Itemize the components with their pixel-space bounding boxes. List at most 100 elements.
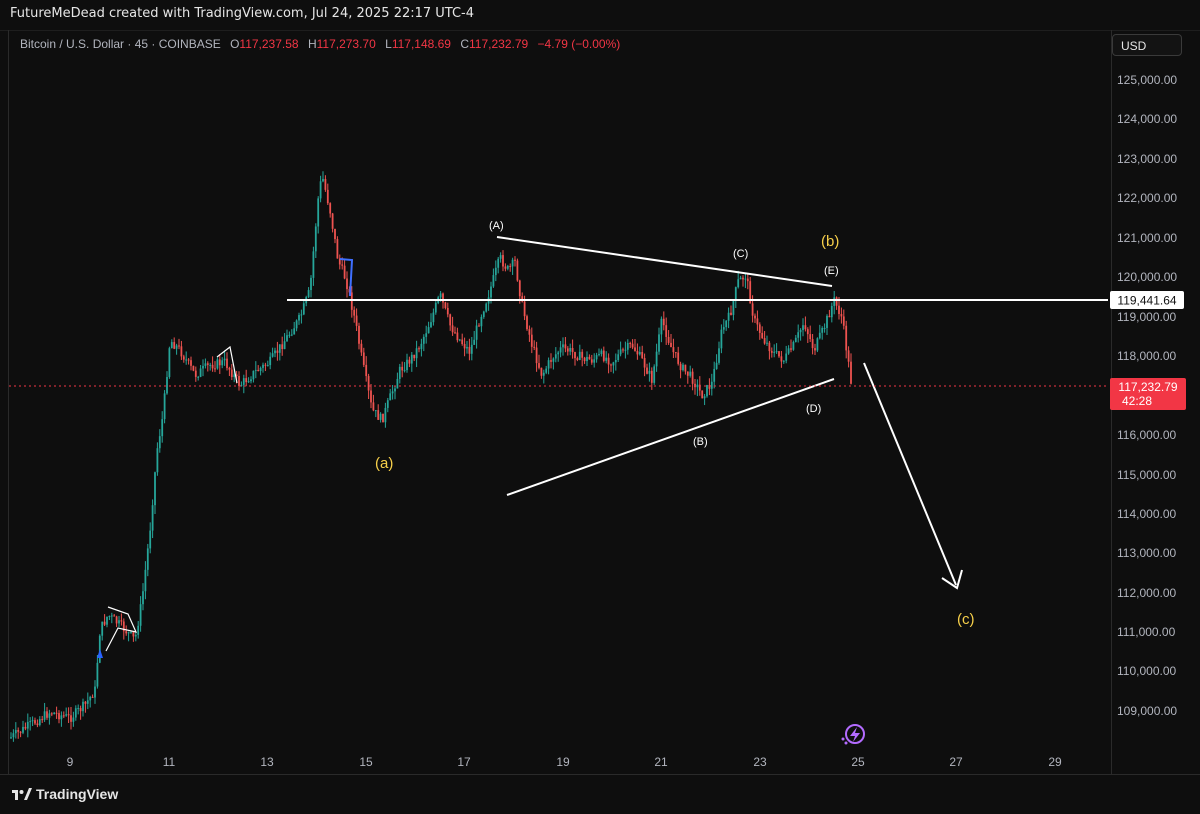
price-tick-label: 109,000.00 [1117, 704, 1177, 718]
wave-label-B[interactable]: (B) [693, 436, 708, 448]
wave-label-b[interactable]: (b) [821, 233, 839, 250]
candle-body [468, 346, 471, 354]
candle-body [372, 402, 375, 411]
candle-body [274, 350, 276, 354]
candle-body [94, 686, 96, 698]
candle-body [775, 351, 778, 353]
candle-body [511, 259, 514, 267]
price-chart[interactable]: (a) (b) (c) (A) (B) (C) (D) (E) 125,000.… [0, 0, 1200, 813]
candle-body [58, 713, 60, 720]
candle-body [814, 348, 816, 351]
candle-body [691, 371, 694, 384]
candle-body [77, 708, 80, 710]
price-tick-label: 114,000.00 [1117, 507, 1176, 521]
candle-body [473, 339, 476, 345]
candle-body [310, 277, 312, 291]
candle-body [492, 275, 495, 287]
time-tick-label: 13 [260, 755, 274, 769]
candle-body [137, 625, 140, 635]
candle-body [799, 329, 802, 333]
candle-body [214, 368, 216, 370]
candle-body [778, 351, 780, 357]
candle-body [631, 343, 634, 348]
candle-body [43, 711, 46, 720]
candle-body [329, 203, 332, 214]
candle-body [72, 717, 75, 722]
candle-body [401, 366, 404, 371]
wave-label-A[interactable]: (A) [489, 220, 504, 232]
wave-label-C[interactable]: (C) [733, 248, 748, 260]
candle-body [290, 334, 293, 336]
candle-body [746, 278, 749, 282]
candle-body [343, 265, 346, 279]
candle-body [101, 621, 104, 636]
candle-body [146, 548, 149, 570]
candle-body [41, 719, 44, 721]
time-axis[interactable]: 9 11 13 15 17 19 21 23 25 27 29 [67, 755, 1062, 769]
time-tick-label: 11 [163, 755, 176, 769]
candle-body [67, 714, 70, 716]
candle-body [163, 393, 166, 420]
candle-body [564, 344, 567, 349]
candle-body [151, 505, 154, 531]
candle-body [754, 315, 756, 319]
candle-body [269, 356, 272, 366]
wave-label-a[interactable]: (a) [375, 455, 393, 472]
candle-body [516, 260, 519, 281]
lower-trendline[interactable] [506, 378, 835, 496]
candle-body [790, 348, 792, 350]
candle-body [718, 348, 720, 363]
candle-body [326, 189, 329, 204]
candle-body [10, 737, 12, 739]
candle-body [295, 320, 298, 329]
candle-body [689, 371, 692, 376]
candle-body [499, 255, 502, 259]
candle-body [38, 719, 41, 726]
candle-body [334, 228, 336, 240]
candle-body [679, 363, 682, 371]
candle-body [425, 333, 428, 337]
projection-arrow[interactable] [863, 362, 957, 586]
candle-body [192, 365, 195, 371]
price-tick-label: 123,000.00 [1117, 152, 1177, 166]
candle-body [242, 378, 245, 385]
wave-label-E[interactable]: (E) [824, 265, 839, 277]
price-tick-label: 120,000.00 [1117, 270, 1177, 284]
candle-body [103, 621, 106, 625]
candle-body [768, 342, 771, 352]
candle-body [727, 312, 730, 321]
triangle-drawing[interactable] [97, 236, 1108, 658]
candle-body [346, 278, 348, 290]
wave-label-D[interactable]: (D) [806, 403, 821, 415]
candle-body [758, 324, 761, 333]
candle-body [655, 351, 658, 367]
candle-body [576, 358, 579, 360]
candle-body [571, 348, 574, 353]
candle-body [662, 318, 665, 326]
time-tick-label: 19 [556, 755, 570, 769]
candle-body [149, 530, 152, 549]
price-tick-label: 113,000.00 [1117, 546, 1176, 560]
candle-body [650, 370, 653, 383]
replay-lightning-icon[interactable] [841, 724, 865, 745]
candle-body [259, 367, 262, 372]
tradingview-brand[interactable]: TradingView [12, 786, 118, 802]
price-tick-label: 121,000.00 [1117, 231, 1177, 245]
candle-body [218, 359, 221, 366]
price-tick-label: 112,000.00 [1117, 586, 1176, 600]
upper-trendline[interactable] [496, 236, 833, 287]
wave-label-c[interactable]: (c) [957, 611, 975, 628]
candle-body [187, 359, 190, 361]
candle-body [413, 354, 416, 359]
candle-body [773, 351, 776, 353]
candle-body [490, 286, 492, 298]
marker-icon [97, 649, 103, 658]
candle-body [780, 356, 783, 362]
candle-body [554, 354, 557, 359]
candle-body [324, 178, 327, 190]
candle-body [535, 347, 538, 364]
candle-body [173, 342, 176, 349]
candle-body [29, 721, 32, 723]
candle-body [581, 351, 584, 358]
candle-body [792, 341, 795, 350]
